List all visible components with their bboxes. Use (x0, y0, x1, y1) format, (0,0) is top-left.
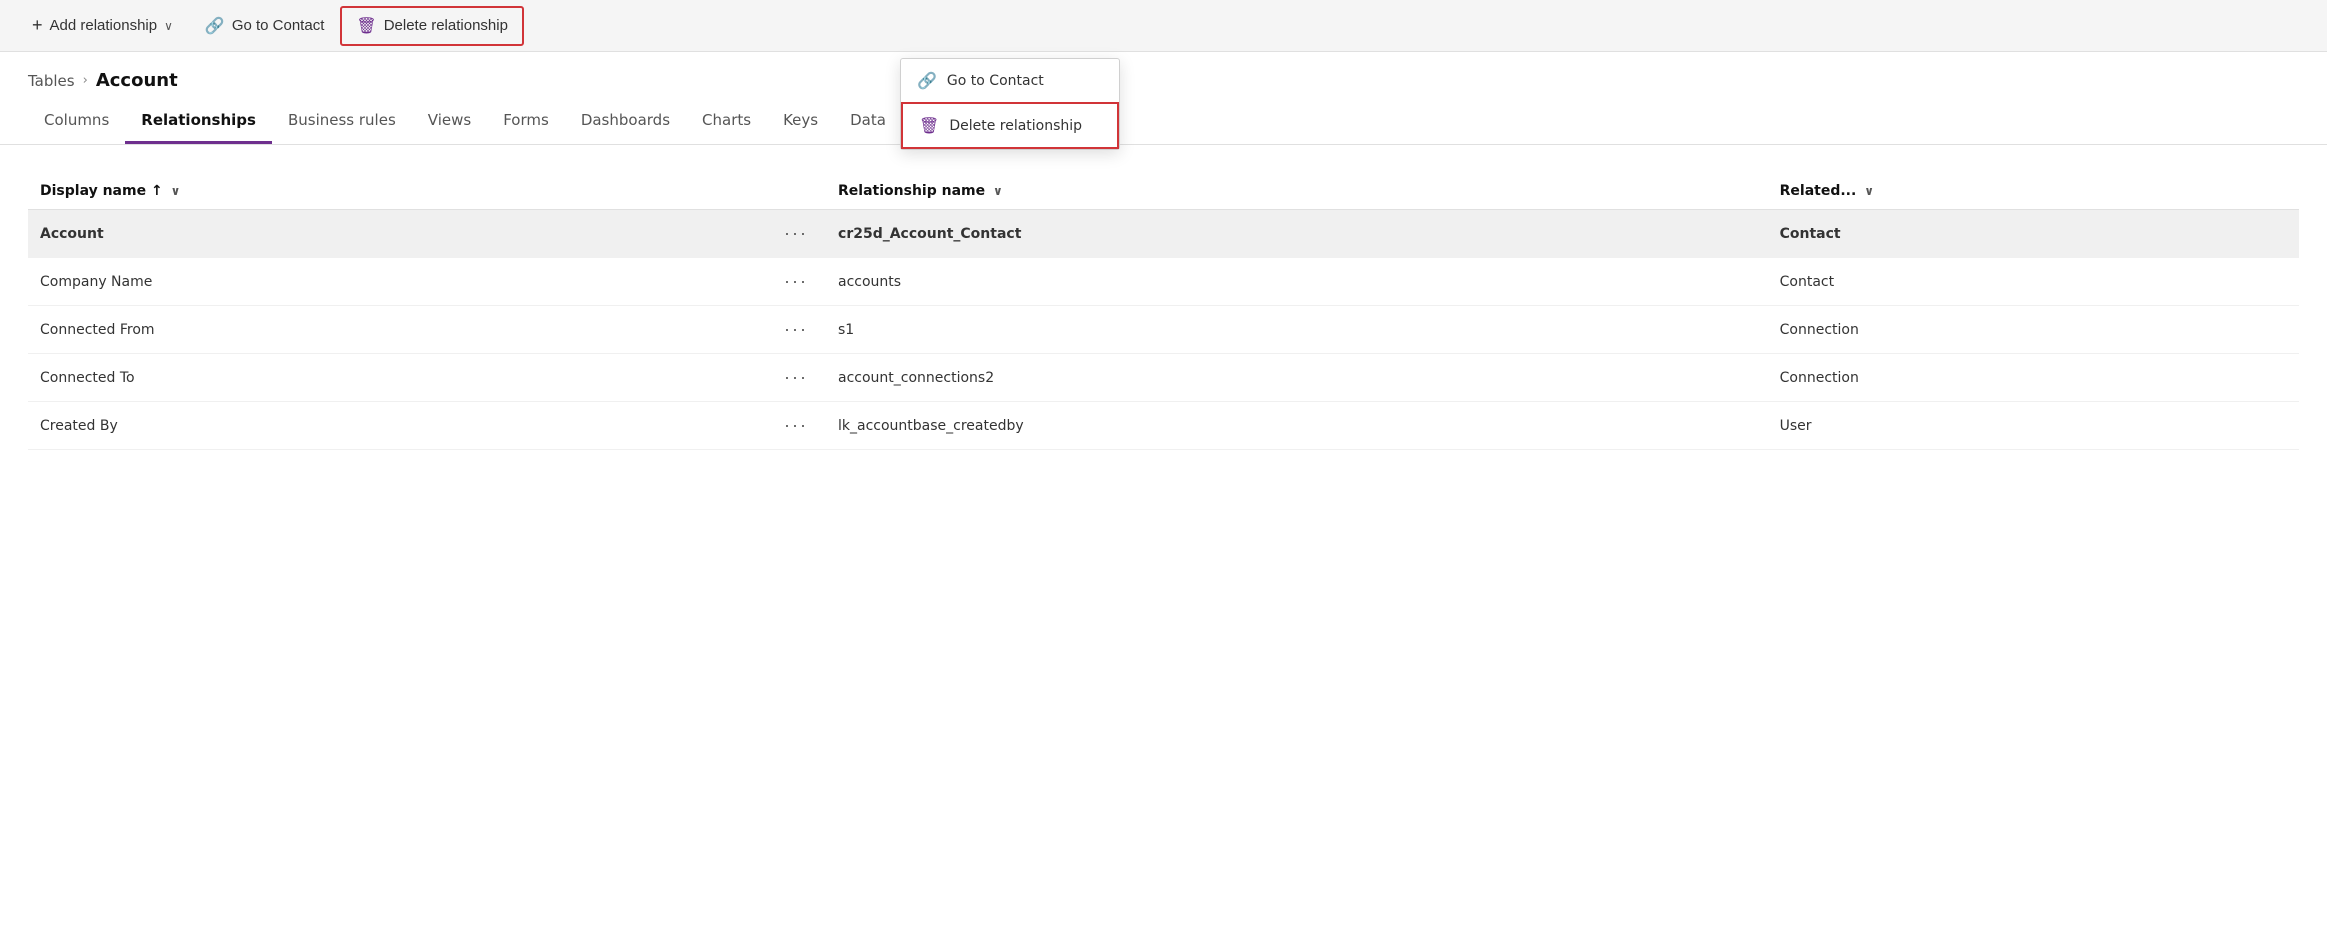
related-cell: Contact (1768, 258, 2299, 306)
display-name-cell: Company Name (28, 258, 766, 306)
breadcrumb-tables-link[interactable]: Tables (28, 72, 75, 90)
relationship-name-cell: accounts (826, 258, 1768, 306)
table-row[interactable]: Company Name ··· accounts Contact (28, 258, 2299, 306)
sort-down-chevron: ∨ (171, 184, 181, 198)
tab-charts[interactable]: Charts (686, 99, 767, 144)
delete-relationship-label: Delete relationship (384, 17, 508, 34)
tab-forms[interactable]: Forms (487, 99, 565, 144)
toolbar: + Add relationship ∨ 🔗 Go to Contact 🗑 D… (0, 0, 2327, 52)
relationship-name-cell: lk_accountbase_createdby (826, 402, 1768, 450)
col-dots-header (766, 173, 826, 210)
table-row[interactable]: Connected To ··· account_connections2 Co… (28, 354, 2299, 402)
col-display-name-header[interactable]: Display name ↑ ∨ (28, 173, 766, 210)
context-link-icon: 🔗 (917, 71, 937, 90)
tabs-bar: Columns Relationships Business rules Vie… (0, 99, 2327, 145)
relationship-name-cell: s1 (826, 306, 1768, 354)
breadcrumb: Tables › Account (0, 52, 2327, 95)
breadcrumb-account: Account (96, 70, 178, 91)
table-row[interactable]: Connected From ··· s1 Connection (28, 306, 2299, 354)
delete-relationship-button[interactable]: 🗑 Delete relationship (340, 6, 524, 46)
content-area: Display name ↑ ∨ Relationship name ∨ Rel… (0, 145, 2327, 450)
rel-name-sort-chevron: ∨ (993, 184, 1003, 198)
row-dots-button[interactable]: ··· (778, 317, 814, 342)
dots-cell[interactable]: ··· (766, 354, 826, 402)
display-name-cell: Connected To (28, 354, 766, 402)
add-relationship-button[interactable]: + Add relationship ∨ (16, 5, 189, 46)
context-go-to-contact-label: Go to Contact (947, 73, 1044, 89)
context-menu: 🔗 Go to Contact 🗑 Delete relationship (900, 58, 1120, 150)
col-related-header[interactable]: Related... ∨ (1768, 173, 2299, 210)
context-trash-icon: 🗑 (919, 116, 939, 135)
dots-cell[interactable]: ··· (766, 258, 826, 306)
go-to-contact-label: Go to Contact (232, 17, 325, 34)
dots-cell[interactable]: ··· (766, 210, 826, 258)
breadcrumb-separator: › (83, 73, 88, 88)
related-cell: Connection (1768, 306, 2299, 354)
tab-columns[interactable]: Columns (28, 99, 125, 144)
row-dots-button[interactable]: ··· (778, 221, 814, 246)
table-row[interactable]: Account ··· cr25d_Account_Contact Contac… (28, 210, 2299, 258)
col-relationship-name-header[interactable]: Relationship name ∨ (826, 173, 1768, 210)
related-cell: Contact (1768, 210, 2299, 258)
row-dots-button[interactable]: ··· (778, 365, 814, 390)
link-icon: 🔗 (205, 16, 225, 36)
table-row[interactable]: Created By ··· lk_accountbase_createdby … (28, 402, 2299, 450)
related-sort-chevron: ∨ (1864, 184, 1874, 198)
context-delete-relationship-label: Delete relationship (949, 118, 1082, 134)
dots-cell[interactable]: ··· (766, 402, 826, 450)
tab-business-rules[interactable]: Business rules (272, 99, 412, 144)
sort-up-icon: ↑ (151, 183, 163, 199)
display-name-cell: Account (28, 210, 766, 258)
tab-dashboards[interactable]: Dashboards (565, 99, 686, 144)
tab-data[interactable]: Data (834, 99, 902, 144)
add-relationship-label: Add relationship (50, 17, 158, 34)
related-cell: Connection (1768, 354, 2299, 402)
tab-relationships[interactable]: Relationships (125, 99, 272, 144)
relationships-table: Display name ↑ ∨ Relationship name ∨ Rel… (28, 173, 2299, 450)
context-delete-relationship[interactable]: 🗑 Delete relationship (901, 102, 1119, 149)
go-to-contact-button[interactable]: 🔗 Go to Contact (189, 6, 340, 46)
relationship-name-cell: cr25d_Account_Contact (826, 210, 1768, 258)
display-name-cell: Created By (28, 402, 766, 450)
relationship-name-cell: account_connections2 (826, 354, 1768, 402)
row-dots-button[interactable]: ··· (778, 413, 814, 438)
context-go-to-contact[interactable]: 🔗 Go to Contact (901, 59, 1119, 102)
display-name-cell: Connected From (28, 306, 766, 354)
plus-icon: + (32, 15, 43, 36)
tab-keys[interactable]: Keys (767, 99, 834, 144)
trash-icon: 🗑 (356, 16, 376, 36)
row-dots-button[interactable]: ··· (778, 269, 814, 294)
related-cell: User (1768, 402, 2299, 450)
add-relationship-chevron: ∨ (164, 19, 173, 33)
dots-cell[interactable]: ··· (766, 306, 826, 354)
tab-views[interactable]: Views (412, 99, 487, 144)
